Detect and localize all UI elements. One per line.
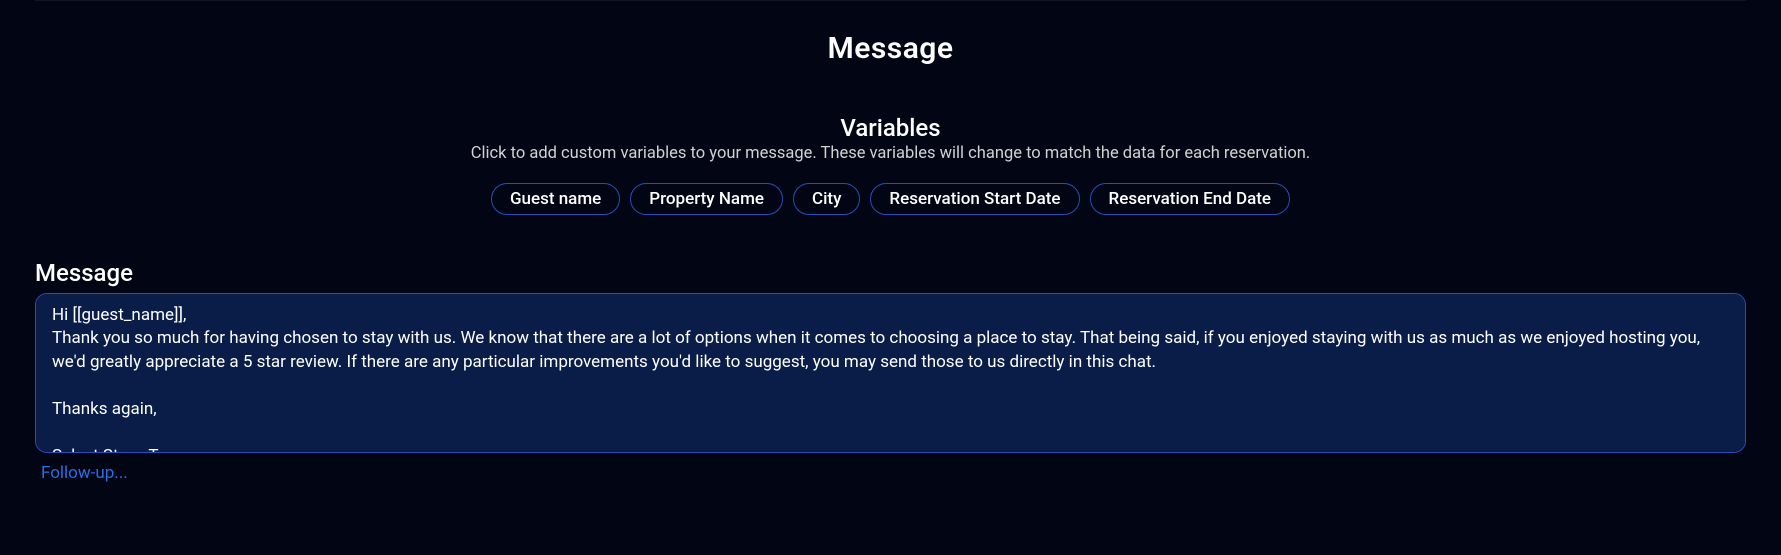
variables-heading: Variables xyxy=(35,114,1746,142)
section-title: Message xyxy=(35,31,1746,66)
variable-chip-reservation-start-date[interactable]: Reservation Start Date xyxy=(870,183,1079,215)
variable-chip-property-name[interactable]: Property Name xyxy=(630,183,783,215)
divider xyxy=(35,0,1746,1)
variable-chip-city[interactable]: City xyxy=(793,183,860,215)
variable-chip-reservation-end-date[interactable]: Reservation End Date xyxy=(1090,183,1291,215)
followup-link[interactable]: Follow-up... xyxy=(41,463,128,483)
variables-section: Variables Click to add custom variables … xyxy=(35,114,1746,215)
variable-chip-guest-name[interactable]: Guest name xyxy=(491,183,620,215)
variable-chip-row: Guest name Property Name City Reservatio… xyxy=(35,183,1746,215)
message-label: Message xyxy=(35,259,1746,287)
variables-instructions: Click to add custom variables to your me… xyxy=(35,144,1746,163)
message-textarea[interactable] xyxy=(35,293,1746,453)
